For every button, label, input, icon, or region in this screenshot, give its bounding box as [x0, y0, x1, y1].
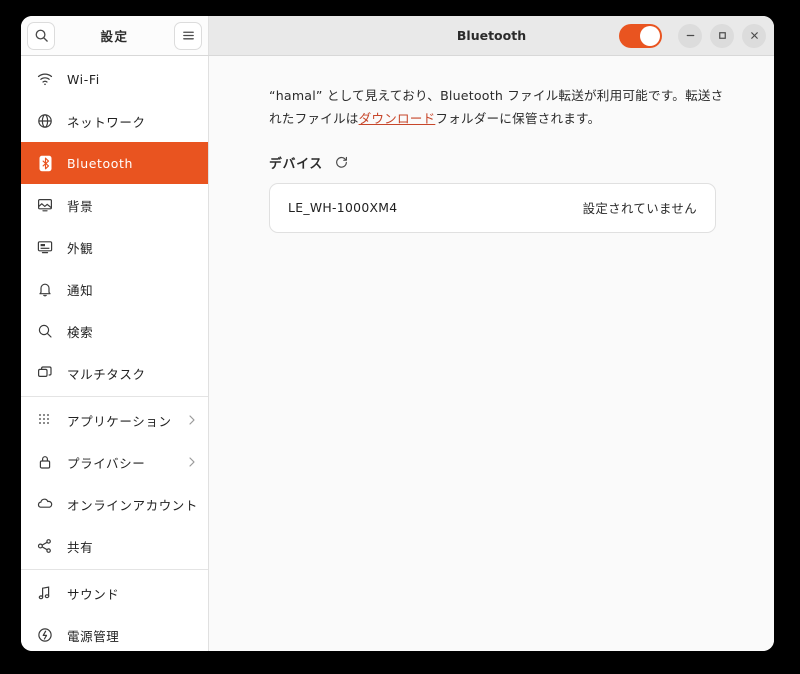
- description-text-after: フォルダーに保管されます。: [435, 111, 601, 127]
- device-row[interactable]: LE_WH-1000XM4 設定されていません: [270, 184, 715, 232]
- bluetooth-panel: “hamal” として見えており、Bluetooth ファイル転送が利用可能です…: [209, 56, 774, 651]
- music-note-icon: [35, 583, 55, 603]
- lock-icon: [35, 452, 55, 472]
- sidebar-item-label: 共有: [67, 539, 94, 555]
- sidebar-item-label: Wi-Fi: [67, 71, 100, 87]
- appearance-icon: [35, 237, 55, 257]
- sidebar-item-appearance[interactable]: 外観: [21, 226, 208, 268]
- sidebar-item-label: 通知: [67, 282, 94, 298]
- devices-section-header: デバイス: [269, 153, 730, 172]
- sidebar-item-network[interactable]: ネットワーク: [21, 100, 208, 142]
- share-nodes-icon: [35, 536, 55, 556]
- devices-list-card: LE_WH-1000XM4 設定されていません: [269, 182, 716, 233]
- bluetooth-description: “hamal” として見えており、Bluetooth ファイル転送が利用可能です…: [269, 84, 724, 131]
- window-controls: [678, 23, 766, 48]
- device-status: 設定されていません: [582, 200, 697, 216]
- maximize-button[interactable]: [710, 23, 734, 48]
- sidebar-item-applications[interactable]: アプリケーション: [21, 399, 208, 441]
- sidebar-item-label: Bluetooth: [67, 155, 134, 171]
- search-icon: [35, 321, 55, 341]
- main-menu-button[interactable]: [174, 21, 202, 50]
- sidebar-item-privacy[interactable]: プライバシー: [21, 441, 208, 483]
- power-icon: [35, 625, 55, 645]
- sidebar-header: 設定: [21, 16, 209, 55]
- hamburger-menu-icon: [181, 28, 196, 43]
- network-globe-icon: [35, 111, 55, 131]
- sidebar-item-label: サウンド: [67, 586, 120, 602]
- sidebar-item-label: マルチタスク: [67, 366, 146, 382]
- sidebar-item-power[interactable]: 電源管理: [21, 614, 208, 651]
- downloads-folder-link[interactable]: ダウンロード: [359, 111, 436, 126]
- sidebar-item-label: 電源管理: [67, 628, 120, 644]
- sidebar-item-online-accounts[interactable]: オンラインアカウント: [21, 483, 208, 525]
- sidebar-item-label: ネットワーク: [67, 114, 146, 130]
- wallpaper-icon: [35, 195, 55, 215]
- sidebar-item-notifications[interactable]: 通知: [21, 268, 208, 310]
- sidebar-item-label: 検索: [67, 324, 94, 340]
- sidebar-separator: [21, 569, 208, 570]
- loading-spinner-icon: [335, 156, 348, 169]
- search-button[interactable]: [27, 21, 55, 50]
- sidebar-item-bluetooth[interactable]: Bluetooth: [21, 142, 208, 184]
- sidebar-item-background[interactable]: 背景: [21, 184, 208, 226]
- cloud-icon: [35, 494, 55, 514]
- window-body: Wi-Fi ネットワーク Bluetooth 背景 外観 通知 検索 マルチタス…: [21, 56, 774, 651]
- sidebar-separator: [21, 396, 208, 397]
- close-button[interactable]: [742, 23, 766, 48]
- title-bar: 設定 Bluetooth: [21, 16, 774, 56]
- sidebar-item-label: 外観: [67, 240, 94, 256]
- sidebar-item-label: 背景: [67, 198, 94, 214]
- chevron-right-icon: [186, 414, 198, 426]
- chevron-right-icon: [186, 456, 198, 468]
- devices-section-title: デバイス: [269, 156, 324, 172]
- sidebar-item-label: オンラインアカウント: [67, 497, 199, 513]
- window-header: Bluetooth: [209, 16, 774, 55]
- sidebar-title: 設定: [100, 29, 129, 44]
- apps-grid-icon: [35, 410, 55, 430]
- bell-icon: [35, 279, 55, 299]
- search-icon: [34, 28, 49, 43]
- sidebar-item-multitasking[interactable]: マルチタスク: [21, 352, 208, 394]
- minimize-button[interactable]: [678, 23, 702, 48]
- toggle-knob: [640, 25, 660, 46]
- multitasking-windows-icon: [35, 363, 55, 383]
- sidebar-item-sound[interactable]: サウンド: [21, 572, 208, 614]
- bluetooth-icon: [35, 153, 55, 173]
- device-name: LE_WH-1000XM4: [288, 200, 398, 216]
- bluetooth-toggle[interactable]: [619, 23, 662, 48]
- sidebar-item-label: アプリケーション: [67, 413, 172, 429]
- settings-window: 設定 Bluetooth Wi-Fi ネットワーク Bluetooth 背景 外…: [21, 16, 774, 651]
- wifi-icon: [35, 69, 55, 89]
- sidebar-item-sharing[interactable]: 共有: [21, 525, 208, 567]
- sidebar-item-label: プライバシー: [67, 455, 146, 471]
- sidebar-item-wifi[interactable]: Wi-Fi: [21, 58, 208, 100]
- sidebar-nav: Wi-Fi ネットワーク Bluetooth 背景 外観 通知 検索 マルチタス…: [21, 56, 209, 651]
- sidebar-item-search[interactable]: 検索: [21, 310, 208, 352]
